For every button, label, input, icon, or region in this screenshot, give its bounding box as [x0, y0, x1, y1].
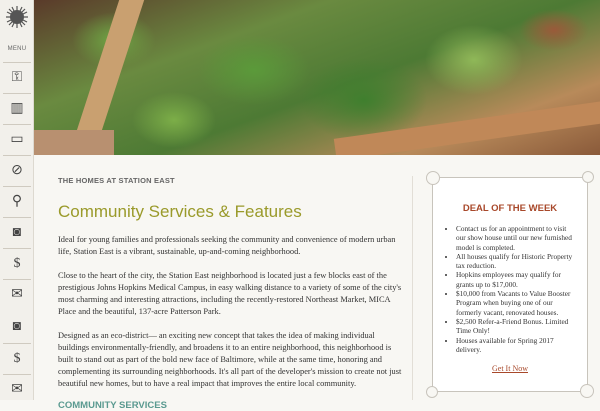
location-paragraph: Close to the heart of the city, the Stat…: [58, 271, 402, 316]
compass-icon[interactable]: ⊘: [3, 155, 31, 185]
column-divider: [412, 176, 413, 400]
get-it-now-link[interactable]: Get It Now: [443, 364, 577, 373]
intro-paragraph: Ideal for young families and professiona…: [58, 235, 396, 256]
money-bag-icon[interactable]: $: [3, 248, 31, 278]
deal-item: $10,000 from Vacants to Value Booster Pr…: [456, 289, 577, 317]
bicycle-icon[interactable]: ⚲: [3, 186, 31, 216]
key-icon[interactable]: ⚿: [3, 62, 31, 92]
deal-list: Contact us for an appointment to visit o…: [443, 224, 577, 354]
deal-of-the-week-card: DEAL OF THE WEEK Contact us for an appoi…: [426, 171, 594, 398]
building-icon[interactable]: ▥: [3, 93, 31, 123]
deal-title: DEAL OF THE WEEK: [462, 203, 558, 214]
deal-item: Contact us for an appointment to visit o…: [456, 224, 577, 252]
eco-district-paragraph: Designed as an eco-district— an exciting…: [58, 331, 402, 388]
sun-logo-icon[interactable]: [6, 6, 28, 28]
deal-item: Houses available for Spring 2017 deliver…: [456, 336, 577, 355]
main-content: THE HOMES AT STATION EAST Community Serv…: [58, 176, 403, 411]
sign-icon[interactable]: ▭: [3, 124, 31, 154]
menu-button[interactable]: MENU: [0, 46, 34, 52]
deal-item: $2,500 Refer-a-Friend Bonus. Limited Tim…: [456, 317, 577, 336]
deal-item: Hopkins employees may qualify for grants…: [456, 270, 577, 289]
page-title: Community Services & Features: [58, 202, 302, 221]
section-heading: COMMUNITY SERVICES: [58, 400, 167, 411]
envelope-icon[interactable]: ✉: [3, 279, 31, 309]
hero-garden-image: [34, 0, 600, 155]
sidebar-nav: MENU ⚿ ▥ ▭ ⊘ ⚲ ◙ $ ✉ ◙ $ ✉: [0, 0, 34, 400]
money-bag-icon[interactable]: $: [3, 343, 31, 373]
camera-icon[interactable]: ◙: [3, 217, 31, 247]
eyebrow-label: THE HOMES AT STATION EAST: [58, 176, 175, 185]
deal-item: All houses qualify for Historic Property…: [456, 252, 577, 271]
camera-icon[interactable]: ◙: [3, 312, 31, 342]
